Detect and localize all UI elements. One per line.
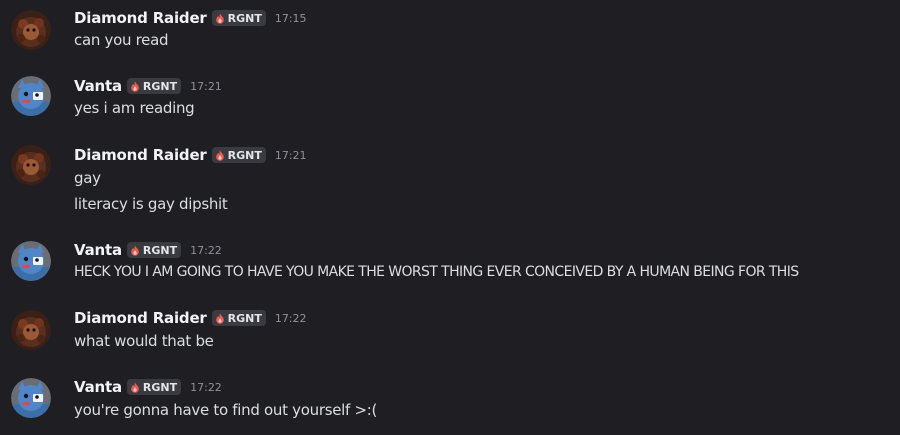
tag-label: RGNT bbox=[227, 11, 262, 25]
diamond-raider-avatar[interactable] bbox=[11, 145, 51, 185]
timestamp[interactable]: 17:22 bbox=[275, 312, 307, 325]
username[interactable]: Vanta bbox=[74, 77, 122, 95]
timestamp[interactable]: 17:22 bbox=[190, 381, 222, 394]
timestamp[interactable]: 17:15 bbox=[275, 12, 307, 25]
server-tag[interactable]: RGNT bbox=[211, 147, 266, 163]
diamond-raider-avatar[interactable] bbox=[11, 10, 51, 50]
server-tag[interactable]: RGNT bbox=[126, 242, 182, 258]
vanta-avatar[interactable] bbox=[11, 76, 51, 116]
tag-label: RGNT bbox=[227, 148, 262, 162]
chat-messages: Diamond Raider RGNT 17:15 can you read V… bbox=[0, 0, 900, 435]
server-tag[interactable]: RGNT bbox=[211, 10, 266, 26]
flame-icon bbox=[131, 245, 139, 256]
flame-icon bbox=[215, 313, 224, 324]
server-tag[interactable]: RGNT bbox=[211, 310, 266, 326]
username[interactable]: Vanta bbox=[74, 241, 122, 259]
vanta-avatar[interactable] bbox=[11, 378, 51, 418]
tag-label: RGNT bbox=[227, 311, 262, 325]
flame-icon bbox=[215, 13, 224, 24]
vanta-avatar[interactable] bbox=[11, 241, 51, 281]
username[interactable]: Vanta bbox=[74, 378, 122, 396]
timestamp[interactable]: 17:21 bbox=[275, 149, 307, 162]
message-header: Vanta RGNT 17:22 bbox=[74, 376, 222, 398]
message-text: HECK YOU I AM GOING TO HAVE YOU MAKE THE… bbox=[74, 264, 799, 280]
tag-label: RGNT bbox=[142, 79, 178, 93]
message-header: Diamond Raider RGNT 17:15 bbox=[74, 7, 307, 29]
diamond-raider-avatar[interactable] bbox=[11, 310, 51, 350]
timestamp[interactable]: 17:21 bbox=[190, 80, 222, 93]
message-text: literacy is gay dipshit bbox=[74, 195, 228, 213]
flame-icon bbox=[131, 81, 139, 92]
tag-label: RGNT bbox=[142, 380, 178, 394]
server-tag[interactable]: RGNT bbox=[126, 379, 182, 395]
message-text: yes i am reading bbox=[74, 99, 195, 117]
message-text: you're gonna have to find out yourself >… bbox=[74, 401, 378, 419]
username[interactable]: Diamond Raider bbox=[74, 146, 207, 164]
message-header: Vanta RGNT 17:22 bbox=[74, 239, 222, 261]
flame-icon bbox=[215, 150, 224, 161]
message-header: Diamond Raider RGNT 17:22 bbox=[74, 307, 307, 329]
tag-label: RGNT bbox=[142, 243, 178, 257]
username[interactable]: Diamond Raider bbox=[74, 309, 207, 327]
message-text: what would that be bbox=[74, 332, 214, 350]
server-tag[interactable]: RGNT bbox=[126, 78, 182, 94]
username[interactable]: Diamond Raider bbox=[74, 9, 207, 27]
message-header: Vanta RGNT 17:21 bbox=[74, 75, 222, 97]
timestamp[interactable]: 17:22 bbox=[190, 244, 222, 257]
flame-icon bbox=[131, 382, 139, 393]
message-text: gay bbox=[74, 169, 101, 187]
message-header: Diamond Raider RGNT 17:21 bbox=[74, 144, 307, 166]
message-text: can you read bbox=[74, 31, 169, 49]
